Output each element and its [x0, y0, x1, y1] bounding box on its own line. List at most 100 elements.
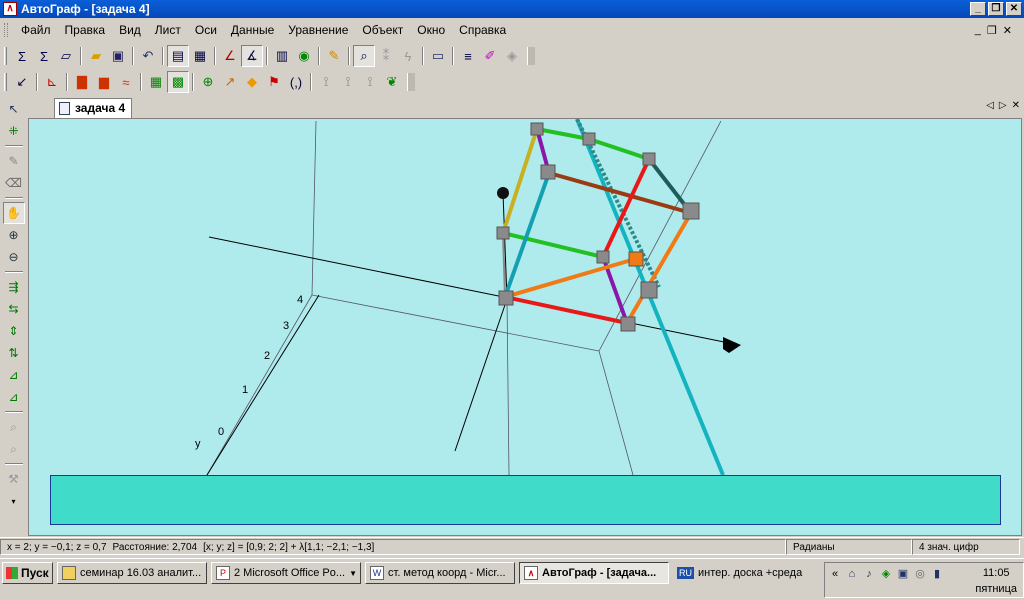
- zoom-page-icon[interactable]: ▦: [189, 45, 211, 67]
- gradient-icon[interactable]: ▇: [71, 71, 93, 93]
- mdi-close-button[interactable]: ✕: [1003, 24, 1012, 37]
- edge-green-3[interactable]: [502, 231, 604, 259]
- disc-icon[interactable]: ◎: [913, 567, 927, 581]
- table-icon[interactable]: ▥: [271, 45, 293, 67]
- move-icon[interactable]: ⇶: [3, 276, 25, 298]
- zoom-icon[interactable]: ⌕: [353, 45, 375, 67]
- line-style-icon[interactable]: ≡: [457, 45, 479, 67]
- text-box[interactable]: [50, 475, 1001, 525]
- lens-2-icon[interactable]: ⌕: [3, 438, 25, 460]
- rubber-icon[interactable]: ◆: [241, 71, 263, 93]
- toolbar-options[interactable]: [407, 73, 415, 91]
- network-icon[interactable]: ⌂: [845, 567, 859, 581]
- open-folder-icon[interactable]: ▰: [85, 45, 107, 67]
- eraser-icon[interactable]: ⌫: [3, 172, 25, 194]
- toolbar-grip[interactable]: [4, 73, 7, 91]
- security-icon[interactable]: ◈: [879, 567, 893, 581]
- board-icon[interactable]: ▣: [896, 567, 910, 581]
- minimize-button[interactable]: _: [970, 2, 986, 16]
- save-icon[interactable]: ▣: [107, 45, 129, 67]
- vertex-9[interactable]: [498, 290, 514, 306]
- globe-icon[interactable]: ◉: [293, 45, 315, 67]
- mdi-minimize-button[interactable]: _: [975, 24, 981, 37]
- status-precision[interactable]: 4 знач. цифр: [912, 538, 1020, 555]
- tools-icon[interactable]: ⚒: [3, 468, 25, 490]
- menu-axes[interactable]: Оси: [188, 23, 224, 37]
- reflect-icon[interactable]: ⇅: [3, 342, 25, 364]
- wave-icon[interactable]: ≈: [115, 71, 137, 93]
- task-button-autograph[interactable]: ∧ АвтоГраф - [задача...: [519, 562, 669, 584]
- transform-icon[interactable]: ⟟: [315, 71, 337, 93]
- sigma-icon[interactable]: Σ: [11, 45, 33, 67]
- task-button-powerpoint[interactable]: P 2 Microsoft Office Po... ▼: [211, 562, 361, 584]
- vector-icon[interactable]: ↗: [219, 71, 241, 93]
- angle-icon[interactable]: ∡: [241, 45, 263, 67]
- usb-icon[interactable]: ▮: [930, 567, 944, 581]
- vertex-1[interactable]: [530, 122, 544, 136]
- vertex-6[interactable]: [496, 226, 510, 240]
- status-angle-mode[interactable]: Радианы: [786, 538, 912, 555]
- vertex-3[interactable]: [642, 152, 656, 166]
- plot-icon[interactable]: ⊿: [3, 364, 25, 386]
- chevron-down-icon[interactable]: ▾: [3, 490, 25, 512]
- lens-icon[interactable]: ⌕: [3, 416, 25, 438]
- restore-button[interactable]: ❐: [988, 2, 1004, 16]
- vertex-5[interactable]: [682, 202, 700, 220]
- chevron-left-icon[interactable]: «: [828, 567, 842, 581]
- zoom-in-icon[interactable]: ⊕: [3, 224, 25, 246]
- axes-2d-icon[interactable]: ⊾: [41, 71, 63, 93]
- turtle-icon[interactable]: ❦: [381, 71, 403, 93]
- graph-icon[interactable]: ▱: [55, 45, 77, 67]
- lightning-icon[interactable]: ϟ: [397, 45, 419, 67]
- fill-icon[interactable]: ◈: [501, 45, 523, 67]
- vertex-10[interactable]: [640, 281, 658, 299]
- axes-icon[interactable]: ↙: [11, 71, 33, 93]
- slow-plot-icon[interactable]: ⁑: [375, 45, 397, 67]
- toolbar-grip[interactable]: [4, 47, 7, 65]
- language-indicator[interactable]: RU: [677, 567, 694, 579]
- menu-file[interactable]: Файл: [14, 23, 58, 37]
- edge-red-2[interactable]: [504, 295, 628, 325]
- menu-grip[interactable]: [4, 23, 8, 37]
- toolbar-options[interactable]: [527, 47, 535, 65]
- tab-prev-icon[interactable]: ◁: [986, 100, 994, 111]
- color-icon[interactable]: ✐: [479, 45, 501, 67]
- task-button-folder[interactable]: семинар 16.03 аналит...: [57, 562, 207, 584]
- plot-2-icon[interactable]: ⊿: [3, 386, 25, 408]
- menu-edit[interactable]: Правка: [58, 23, 113, 37]
- zoom-out-icon[interactable]: ⊖: [3, 246, 25, 268]
- vertex-8[interactable]: [628, 251, 644, 267]
- transform-3-icon[interactable]: ⟟: [359, 71, 381, 93]
- grid-select-icon[interactable]: ▩: [167, 71, 189, 93]
- title-bar[interactable]: ∧ АвтоГраф - [задача 4] _ ❐ ✕: [0, 0, 1024, 18]
- point-flag-icon[interactable]: ⚑: [263, 71, 285, 93]
- hand-icon[interactable]: ✋: [2, 202, 25, 224]
- point-add-icon[interactable]: ⊕: [197, 71, 219, 93]
- edge-green-2[interactable]: [588, 137, 650, 161]
- add-point-icon[interactable]: ⁜: [3, 120, 25, 142]
- page-layout-icon[interactable]: ▤: [167, 45, 189, 67]
- select-arrow-icon[interactable]: ↖: [3, 98, 25, 120]
- parentheses-icon[interactable]: (,): [285, 71, 307, 93]
- autograph-icon[interactable]: ∧: [3, 2, 17, 16]
- pencil-icon[interactable]: ✎: [323, 45, 345, 67]
- start-button[interactable]: Пуск: [2, 562, 53, 584]
- undo-icon[interactable]: ↶: [137, 45, 159, 67]
- menu-equation[interactable]: Уравнение: [281, 23, 355, 37]
- graph-canvas[interactable]: 0 1 2 3 4 y: [28, 118, 1022, 536]
- rotate-icon[interactable]: ⇆: [3, 298, 25, 320]
- tab-document[interactable]: задача 4: [54, 98, 133, 118]
- vertex-2[interactable]: [582, 132, 596, 146]
- menu-window[interactable]: Окно: [410, 23, 452, 37]
- task-button-word[interactable]: W ст. метод коорд - Micr...: [365, 562, 515, 584]
- transform-2-icon[interactable]: ⟟: [337, 71, 359, 93]
- clock[interactable]: 11:05 пятница: [975, 565, 1017, 597]
- volume-icon[interactable]: ♪: [862, 567, 876, 581]
- projector-icon[interactable]: ▭: [427, 45, 449, 67]
- pencil-icon[interactable]: ✎: [3, 150, 25, 172]
- menu-object[interactable]: Объект: [355, 23, 410, 37]
- menu-view[interactable]: Вид: [112, 23, 148, 37]
- scale-icon[interactable]: ⇕: [3, 320, 25, 342]
- language-bar[interactable]: RU интер. доска +среда: [677, 562, 802, 584]
- menu-help[interactable]: Справка: [452, 23, 513, 37]
